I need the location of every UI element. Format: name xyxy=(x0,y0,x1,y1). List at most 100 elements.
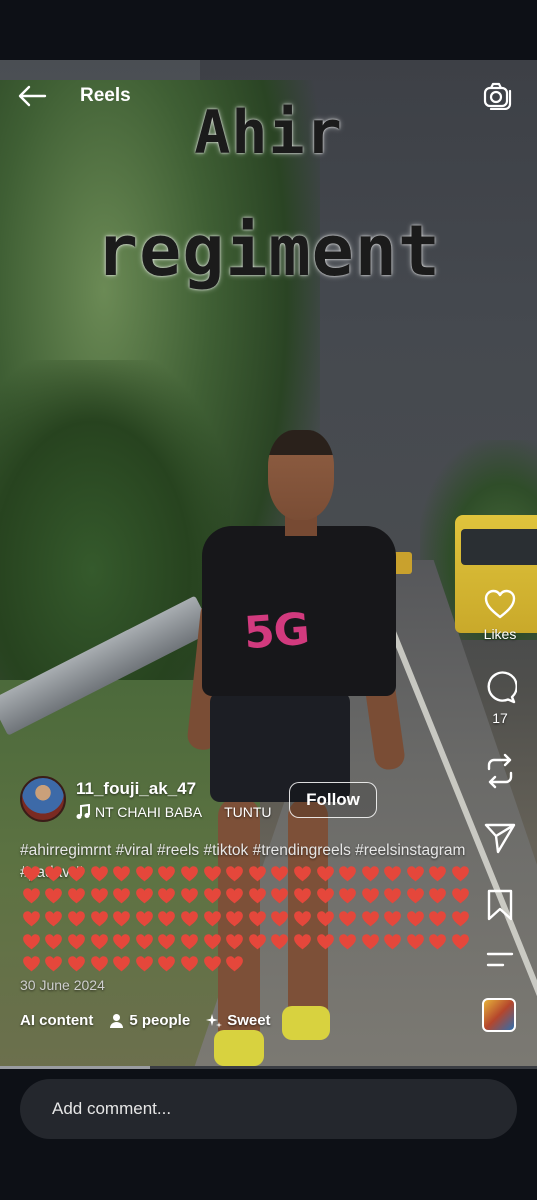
more-button[interactable] xyxy=(470,950,530,970)
heart-emoji xyxy=(20,862,43,885)
avatar[interactable] xyxy=(20,776,66,822)
heart-emoji xyxy=(110,952,133,975)
heart-emoji xyxy=(156,930,179,953)
tagged-people[interactable]: 5 people xyxy=(109,1012,190,1029)
heart-emoji xyxy=(382,885,405,908)
heart-emoji xyxy=(427,907,450,930)
heart-emoji xyxy=(178,952,201,975)
save-button[interactable] xyxy=(470,888,530,922)
post-date: 30 June 2024 xyxy=(20,977,105,993)
add-comment-input[interactable]: Add comment... xyxy=(20,1079,517,1139)
audio-thumbnail[interactable] xyxy=(482,998,516,1032)
heart-emoji xyxy=(201,930,224,953)
heart-emoji xyxy=(314,885,337,908)
audio-artist: TUNTU xyxy=(224,804,272,820)
heart-icon xyxy=(484,589,516,619)
shirt-5g-logo: 5G xyxy=(242,603,311,660)
heart-emoji xyxy=(359,862,382,885)
like-button[interactable]: Likes xyxy=(470,588,530,642)
tagged-people-text: 5 people xyxy=(129,1012,191,1029)
runner-shoe xyxy=(214,1030,264,1066)
heart-emoji xyxy=(246,862,269,885)
heart-emoji xyxy=(110,862,133,885)
heart-emoji xyxy=(201,907,224,930)
heart-emoji xyxy=(43,907,66,930)
heart-emoji xyxy=(404,907,427,930)
comment-count: 17 xyxy=(492,710,508,726)
username[interactable]: 11_fouji_ak_47 xyxy=(76,779,196,799)
heart-emoji xyxy=(133,907,156,930)
follow-button[interactable]: Follow xyxy=(289,782,377,818)
heart-emoji xyxy=(269,862,292,885)
heart-emoji xyxy=(336,862,359,885)
heart-emoji xyxy=(427,885,450,908)
like-label: Likes xyxy=(483,626,517,642)
sweet-effect[interactable]: Sweet xyxy=(206,1012,271,1029)
camera-icon xyxy=(483,82,512,110)
heart-emoji xyxy=(20,952,43,975)
audio-title: NT CHAHI BABA xyxy=(95,804,203,820)
heart-emoji xyxy=(382,907,405,930)
camera-button[interactable] xyxy=(478,76,518,116)
heart-emoji xyxy=(382,862,405,885)
caption-hearts xyxy=(20,862,472,975)
heart-emoji xyxy=(43,930,66,953)
heart-emoji xyxy=(449,907,472,930)
heart-emoji xyxy=(178,930,201,953)
heart-emoji xyxy=(133,952,156,975)
audio-row[interactable]: NT CHAHI BABA TUNTU xyxy=(76,804,272,820)
heart-emoji xyxy=(359,907,382,930)
comment-button[interactable]: 17 xyxy=(470,670,530,726)
heart-emoji xyxy=(223,952,246,975)
heart-emoji xyxy=(88,930,111,953)
heart-emoji xyxy=(178,885,201,908)
heart-emoji xyxy=(43,952,66,975)
heart-emoji xyxy=(178,907,201,930)
heart-emoji xyxy=(178,862,201,885)
heart-emoji xyxy=(110,885,133,908)
repost-button[interactable] xyxy=(470,753,530,789)
heart-emoji xyxy=(246,885,269,908)
heart-emoji xyxy=(449,885,472,908)
heart-emoji xyxy=(65,930,88,953)
heart-emoji xyxy=(269,930,292,953)
heart-emoji xyxy=(20,885,43,908)
heart-emoji xyxy=(156,952,179,975)
heart-emoji xyxy=(427,930,450,953)
heart-emoji xyxy=(336,930,359,953)
bookmark-icon xyxy=(487,889,513,921)
bottom-bar: Add comment... xyxy=(0,1069,537,1200)
heart-emoji xyxy=(314,930,337,953)
heart-emoji xyxy=(201,862,224,885)
heart-emoji xyxy=(336,885,359,908)
heart-emoji xyxy=(359,930,382,953)
repost-icon xyxy=(487,753,513,789)
heart-emoji xyxy=(359,885,382,908)
top-bar: Reels xyxy=(0,70,537,122)
heart-emoji xyxy=(269,907,292,930)
heart-emoji xyxy=(43,885,66,908)
ai-content-label[interactable]: AI content xyxy=(20,1012,93,1029)
heart-emoji xyxy=(110,907,133,930)
heart-emoji xyxy=(404,930,427,953)
heart-emoji xyxy=(156,885,179,908)
heart-emoji xyxy=(20,907,43,930)
heart-emoji xyxy=(20,930,43,953)
back-button[interactable] xyxy=(12,76,52,116)
heart-emoji xyxy=(88,952,111,975)
author-row: 11_fouji_ak_47 NT CHAHI BABA TUNTU Follo… xyxy=(20,776,460,826)
heart-emoji xyxy=(88,907,111,930)
heart-emoji xyxy=(223,930,246,953)
share-button[interactable] xyxy=(470,821,530,855)
heart-emoji xyxy=(382,930,405,953)
heart-emoji xyxy=(43,862,66,885)
heart-emoji xyxy=(291,907,314,930)
ai-content-text: AI content xyxy=(20,1012,94,1029)
runner-head xyxy=(268,430,334,520)
heart-emoji xyxy=(133,930,156,953)
sparkle-icon xyxy=(206,1013,223,1028)
arrow-left-icon xyxy=(18,85,47,107)
overlay-title-line2: regiment xyxy=(95,210,442,292)
heart-emoji xyxy=(65,862,88,885)
heart-emoji xyxy=(156,907,179,930)
